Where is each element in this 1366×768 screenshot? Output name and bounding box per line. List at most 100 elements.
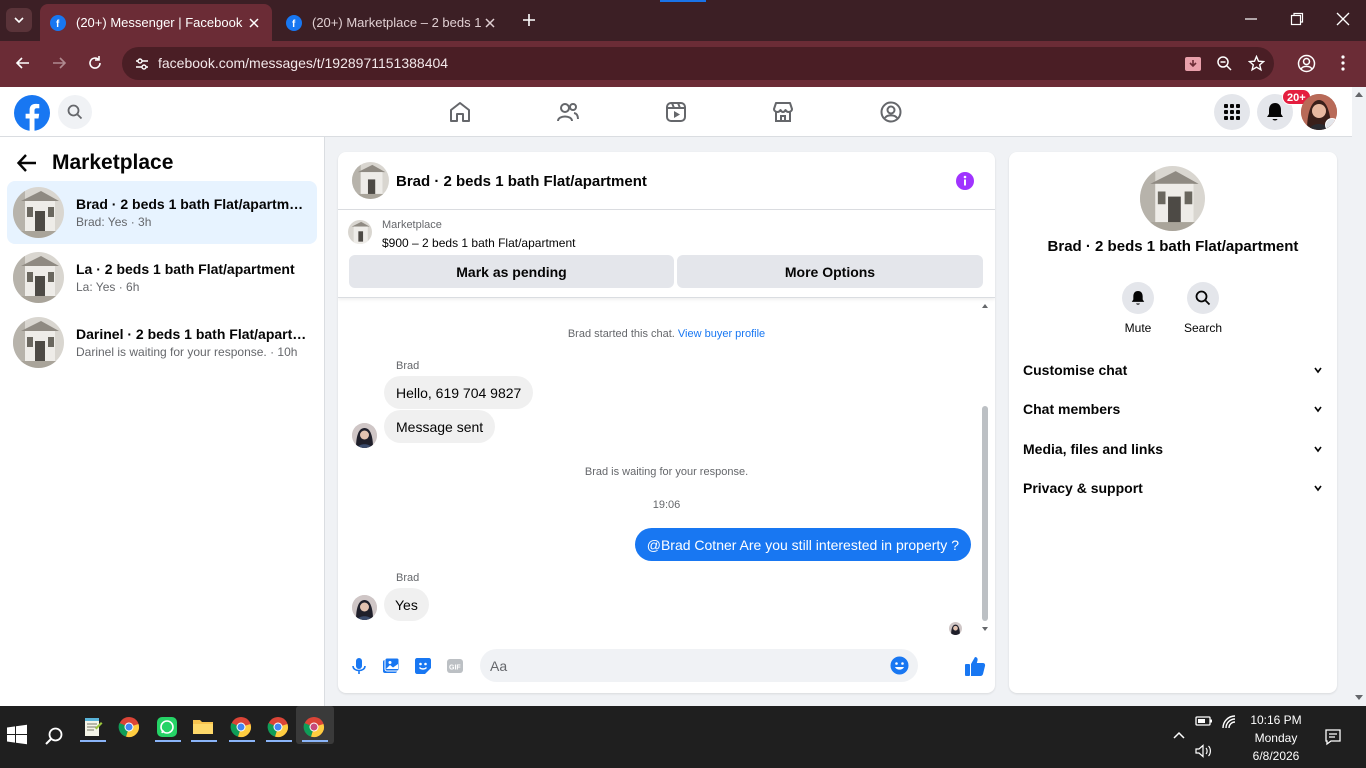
search-in-chat-button[interactable]: Search [1173,282,1233,335]
tab-marketplace[interactable]: f (20+) Marketplace – 2 beds 1 b [276,4,508,41]
conversation-preview: Darinel is waiting for your response. · … [76,345,298,359]
marketplace-header: Marketplace [16,151,173,175]
system-clock[interactable]: 10:16 PM Monday 6/8/2026 [1246,711,1306,765]
scrollbar-thumb[interactable] [982,406,988,621]
friends-nav-icon[interactable] [556,100,580,124]
my-message-bubble: @Brad Cotner Are you still interested in… [634,528,971,561]
bookmark-star-icon[interactable] [1248,55,1265,72]
facebook-favicon-icon: f [286,14,302,31]
conversation-preview: Brad: Yes · 3h [76,215,152,229]
chrome-profile-app-icon[interactable] [229,715,255,741]
chevron-down-icon [14,17,24,24]
listing-banner: Marketplace $900 – 2 beds 1 bath Flat/ap… [338,210,995,298]
conversation-item[interactable]: La · 2 beds 1 bath Flat/apartment La: Ye… [7,246,317,309]
more-options-button[interactable]: More Options [677,255,983,288]
account-avatar[interactable] [1301,94,1337,130]
marketplace-nav-icon[interactable] [771,100,795,124]
site-info-icon[interactable] [134,56,150,72]
view-buyer-profile-link[interactable]: View buyer profile [678,328,765,340]
listing-price[interactable]: $900 – 2 beds 1 bath Flat/apartment [382,236,575,250]
chat-details-panel: Brad · 2 beds 1 bath Flat/apartment Mute… [1009,152,1337,693]
running-indicator [266,740,292,742]
volume-icon[interactable] [1195,744,1213,758]
conversation-item[interactable]: Brad · 2 beds 1 bath Flat/apartment Brad… [7,181,317,244]
conversation-preview: La: Yes · 6h [76,280,140,294]
tab-messenger[interactable]: f (20+) Messenger | Facebook [40,4,272,41]
file-explorer-icon[interactable] [191,715,217,741]
microphone-icon[interactable] [350,657,368,675]
facebook-search-button[interactable] [58,95,92,129]
menu-grid-button[interactable] [1214,94,1250,130]
home-nav-icon[interactable] [448,100,472,124]
address-bar[interactable]: facebook.com/messages/t/1928971151388404 [122,47,1274,80]
conversation-name: La · 2 beds 1 bath Flat/apartment [76,261,295,277]
message-bubble: Hello, 619 704 9827 [384,376,534,409]
video-nav-icon[interactable] [664,100,688,124]
svg-text:f: f [56,19,60,28]
close-window-button[interactable] [1336,12,1350,26]
clock-date: 6/8/2026 [1252,749,1300,763]
like-thumb-icon[interactable] [964,655,986,677]
search-icon [1195,290,1211,306]
browser-menu-button[interactable] [1336,54,1350,72]
mute-button[interactable]: Mute [1108,282,1168,335]
sticker-icon[interactable] [414,657,432,675]
zoom-icon[interactable] [1216,55,1233,72]
message-input[interactable]: Aa [480,649,918,682]
chat-avatar[interactable] [352,162,389,199]
restore-button[interactable] [1290,12,1304,26]
back-arrow-icon[interactable] [16,152,38,174]
account-circle-icon [1297,54,1316,73]
tab-drag-indicator [660,0,706,2]
notepad-app-icon[interactable] [80,715,106,741]
photo-icon[interactable] [382,657,400,675]
new-tab-button[interactable] [520,11,538,29]
running-indicator [191,740,217,742]
battery-icon[interactable] [1195,714,1213,728]
sender-avatar[interactable] [352,595,377,620]
running-indicator [229,740,255,742]
wifi-icon[interactable] [1221,714,1237,730]
sender-avatar[interactable] [352,423,377,448]
minimize-button[interactable] [1244,12,1258,26]
media-files-links-section[interactable]: Media, files and links [1023,437,1323,461]
install-app-icon[interactable] [1184,55,1202,73]
conversation-item[interactable]: Darinel · 2 beds 1 bath Flat/apartment D… [7,311,317,374]
info-icon[interactable] [956,172,974,190]
close-tab-icon[interactable] [246,15,262,31]
chevron-down-icon [1314,367,1322,374]
chrome-profile-app-icon[interactable] [266,715,292,741]
reload-button[interactable] [86,54,104,72]
emoji-icon[interactable] [890,656,909,675]
customise-chat-section[interactable]: Customise chat [1023,358,1323,382]
chat-title[interactable]: Brad · 2 beds 1 bath Flat/apartment [396,173,647,190]
windows-start-icon[interactable] [6,724,32,750]
chrome-active-app-icon[interactable] [302,715,328,741]
gif-icon[interactable]: GIF [446,657,464,675]
back-button[interactable] [14,54,32,72]
search-label: Search [1183,321,1223,335]
tab-title: (20+) Marketplace – 2 beds 1 b [312,15,482,30]
whatsapp-app-icon[interactable] [155,715,181,741]
chat-panel: Brad · 2 beds 1 bath Flat/apartment Mark… [338,152,995,693]
show-hidden-icons-chevron-icon[interactable] [1172,730,1186,740]
mark-as-pending-button[interactable]: Mark as pending [349,255,674,288]
privacy-support-section[interactable]: Privacy & support [1023,476,1323,500]
forward-button[interactable] [50,54,68,72]
tab-search-button[interactable] [6,8,32,32]
facebook-logo-icon[interactable] [14,95,50,131]
taskbar-search-icon[interactable] [44,726,70,752]
clock-day: Monday [1254,731,1298,745]
close-tab-icon[interactable] [482,15,498,31]
section-label: Customise chat [1023,362,1128,378]
page-scrollbar[interactable] [1352,87,1366,706]
conversation-name: Darinel · 2 beds 1 bath Flat/apartment [76,326,308,342]
chat-members-section[interactable]: Chat members [1023,397,1323,421]
running-indicator [302,740,328,742]
search-icon [67,104,83,120]
plus-icon [523,14,535,26]
browser-profile-button[interactable] [1297,54,1316,73]
chrome-app-icon[interactable] [117,715,143,741]
notification-center-icon[interactable] [1324,728,1342,746]
gaming-nav-icon[interactable] [879,100,903,124]
